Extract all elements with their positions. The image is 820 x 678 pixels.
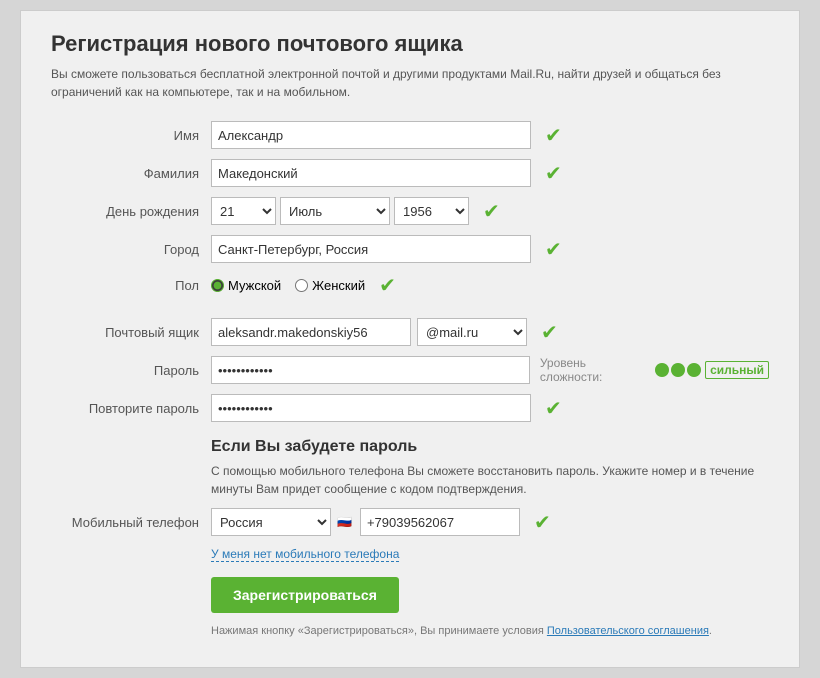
gender-label: Пол: [51, 278, 211, 293]
month-select[interactable]: Июль: [280, 197, 390, 225]
strength-dots: [655, 363, 701, 377]
gender-female-label: Женский: [312, 278, 365, 293]
strength-text: сильный: [705, 361, 769, 379]
phone-row: Мобильный телефон Россия 🇷🇺 ✔: [51, 508, 769, 536]
no-phone-row: У меня нет мобильного телефона: [51, 546, 769, 561]
password-input[interactable]: [211, 356, 530, 384]
surname-check-icon: ✔: [545, 161, 562, 186]
name-check-icon: ✔: [545, 123, 562, 148]
hint-text: С помощью мобильного телефона Вы сможете…: [211, 462, 769, 498]
password-label: Пароль: [51, 363, 211, 378]
registration-form: Имя ✔ Фамилия ✔ День рождения: [51, 121, 769, 637]
register-row: Зарегистрироваться: [51, 577, 769, 613]
city-check-icon: ✔: [545, 237, 562, 262]
city-label: Город: [51, 242, 211, 257]
email-row: Почтовый ящик @mail.ru @list.ru @inbox.r…: [51, 318, 769, 346]
gender-group: Мужской Женский: [211, 278, 365, 293]
confirm-label: Повторите пароль: [51, 401, 211, 416]
strength-dot-3: [687, 363, 701, 377]
footer-note: Нажимая кнопку «Зарегистрироваться», Вы …: [51, 625, 769, 637]
birthday-selects: 21 Июль 1956: [211, 197, 469, 225]
hint-title: Если Вы забудете пароль: [211, 438, 769, 456]
user-agreement-link[interactable]: Пользовательского соглашения: [547, 625, 709, 637]
phone-check-icon: ✔: [534, 510, 551, 535]
birthday-row: День рождения 21 Июль 1956 ✔: [51, 197, 769, 225]
gender-female-radio[interactable]: [295, 279, 308, 292]
footer-text: Нажимая кнопку «Зарегистрироваться», Вы …: [211, 625, 547, 637]
birthday-check-icon: ✔: [483, 199, 500, 224]
password-strength: Уровень сложности: сильный: [540, 356, 769, 384]
email-check-icon: ✔: [541, 320, 558, 345]
email-control: @mail.ru @list.ru @inbox.ru @bk.ru ✔: [211, 318, 769, 346]
gender-male-radio[interactable]: [211, 279, 224, 292]
gender-male-option[interactable]: Мужской: [211, 278, 281, 293]
footer-end: .: [709, 625, 712, 637]
domain-select[interactable]: @mail.ru @list.ru @inbox.ru @bk.ru: [417, 318, 527, 346]
name-label: Имя: [51, 128, 211, 143]
surname-control: ✔: [211, 159, 769, 187]
birthday-control: 21 Июль 1956 ✔: [211, 197, 769, 225]
phone-flag-icon: 🇷🇺: [337, 515, 352, 529]
name-input[interactable]: [211, 121, 531, 149]
confirm-input[interactable]: [211, 394, 531, 422]
strength-dot-1: [655, 363, 669, 377]
birthday-label: День рождения: [51, 204, 211, 219]
name-control: ✔: [211, 121, 769, 149]
gender-female-option[interactable]: Женский: [295, 278, 365, 293]
city-control: ✔: [211, 235, 769, 263]
phone-input[interactable]: [360, 508, 520, 536]
page-title: Регистрация нового почтового ящика: [51, 31, 769, 57]
confirm-control: ✔: [211, 394, 769, 422]
register-button[interactable]: Зарегистрироваться: [211, 577, 399, 613]
strength-dot-2: [671, 363, 685, 377]
phone-country-select[interactable]: Россия: [211, 508, 331, 536]
surname-label: Фамилия: [51, 166, 211, 181]
phone-label: Мобильный телефон: [51, 515, 211, 530]
city-row: Город ✔: [51, 235, 769, 263]
hint-section: Если Вы забудете пароль С помощью мобиль…: [51, 438, 769, 498]
strength-label-text: Уровень сложности:: [540, 356, 651, 384]
page-subtitle: Вы сможете пользоваться бесплатной элект…: [51, 65, 769, 101]
phone-control: Россия 🇷🇺 ✔: [211, 508, 769, 536]
surname-row: Фамилия ✔: [51, 159, 769, 187]
day-select[interactable]: 21: [211, 197, 276, 225]
confirm-row: Повторите пароль ✔: [51, 394, 769, 422]
email-input[interactable]: [211, 318, 411, 346]
gender-male-label: Мужской: [228, 278, 281, 293]
password-control: Уровень сложности: сильный: [211, 356, 769, 384]
email-domain-wrapper: @mail.ru @list.ru @inbox.ru @bk.ru: [417, 318, 527, 346]
gender-control: Мужской Женский ✔: [211, 273, 769, 298]
confirm-check-icon: ✔: [545, 396, 562, 421]
password-row: Пароль Уровень сложности: сильный: [51, 356, 769, 384]
year-select[interactable]: 1956: [394, 197, 469, 225]
city-input[interactable]: [211, 235, 531, 263]
gender-row: Пол Мужской Женский ✔: [51, 273, 769, 298]
email-label: Почтовый ящик: [51, 325, 211, 340]
no-phone-link[interactable]: У меня нет мобильного телефона: [211, 547, 399, 562]
name-row: Имя ✔: [51, 121, 769, 149]
gender-check-icon: ✔: [379, 273, 396, 298]
surname-input[interactable]: [211, 159, 531, 187]
